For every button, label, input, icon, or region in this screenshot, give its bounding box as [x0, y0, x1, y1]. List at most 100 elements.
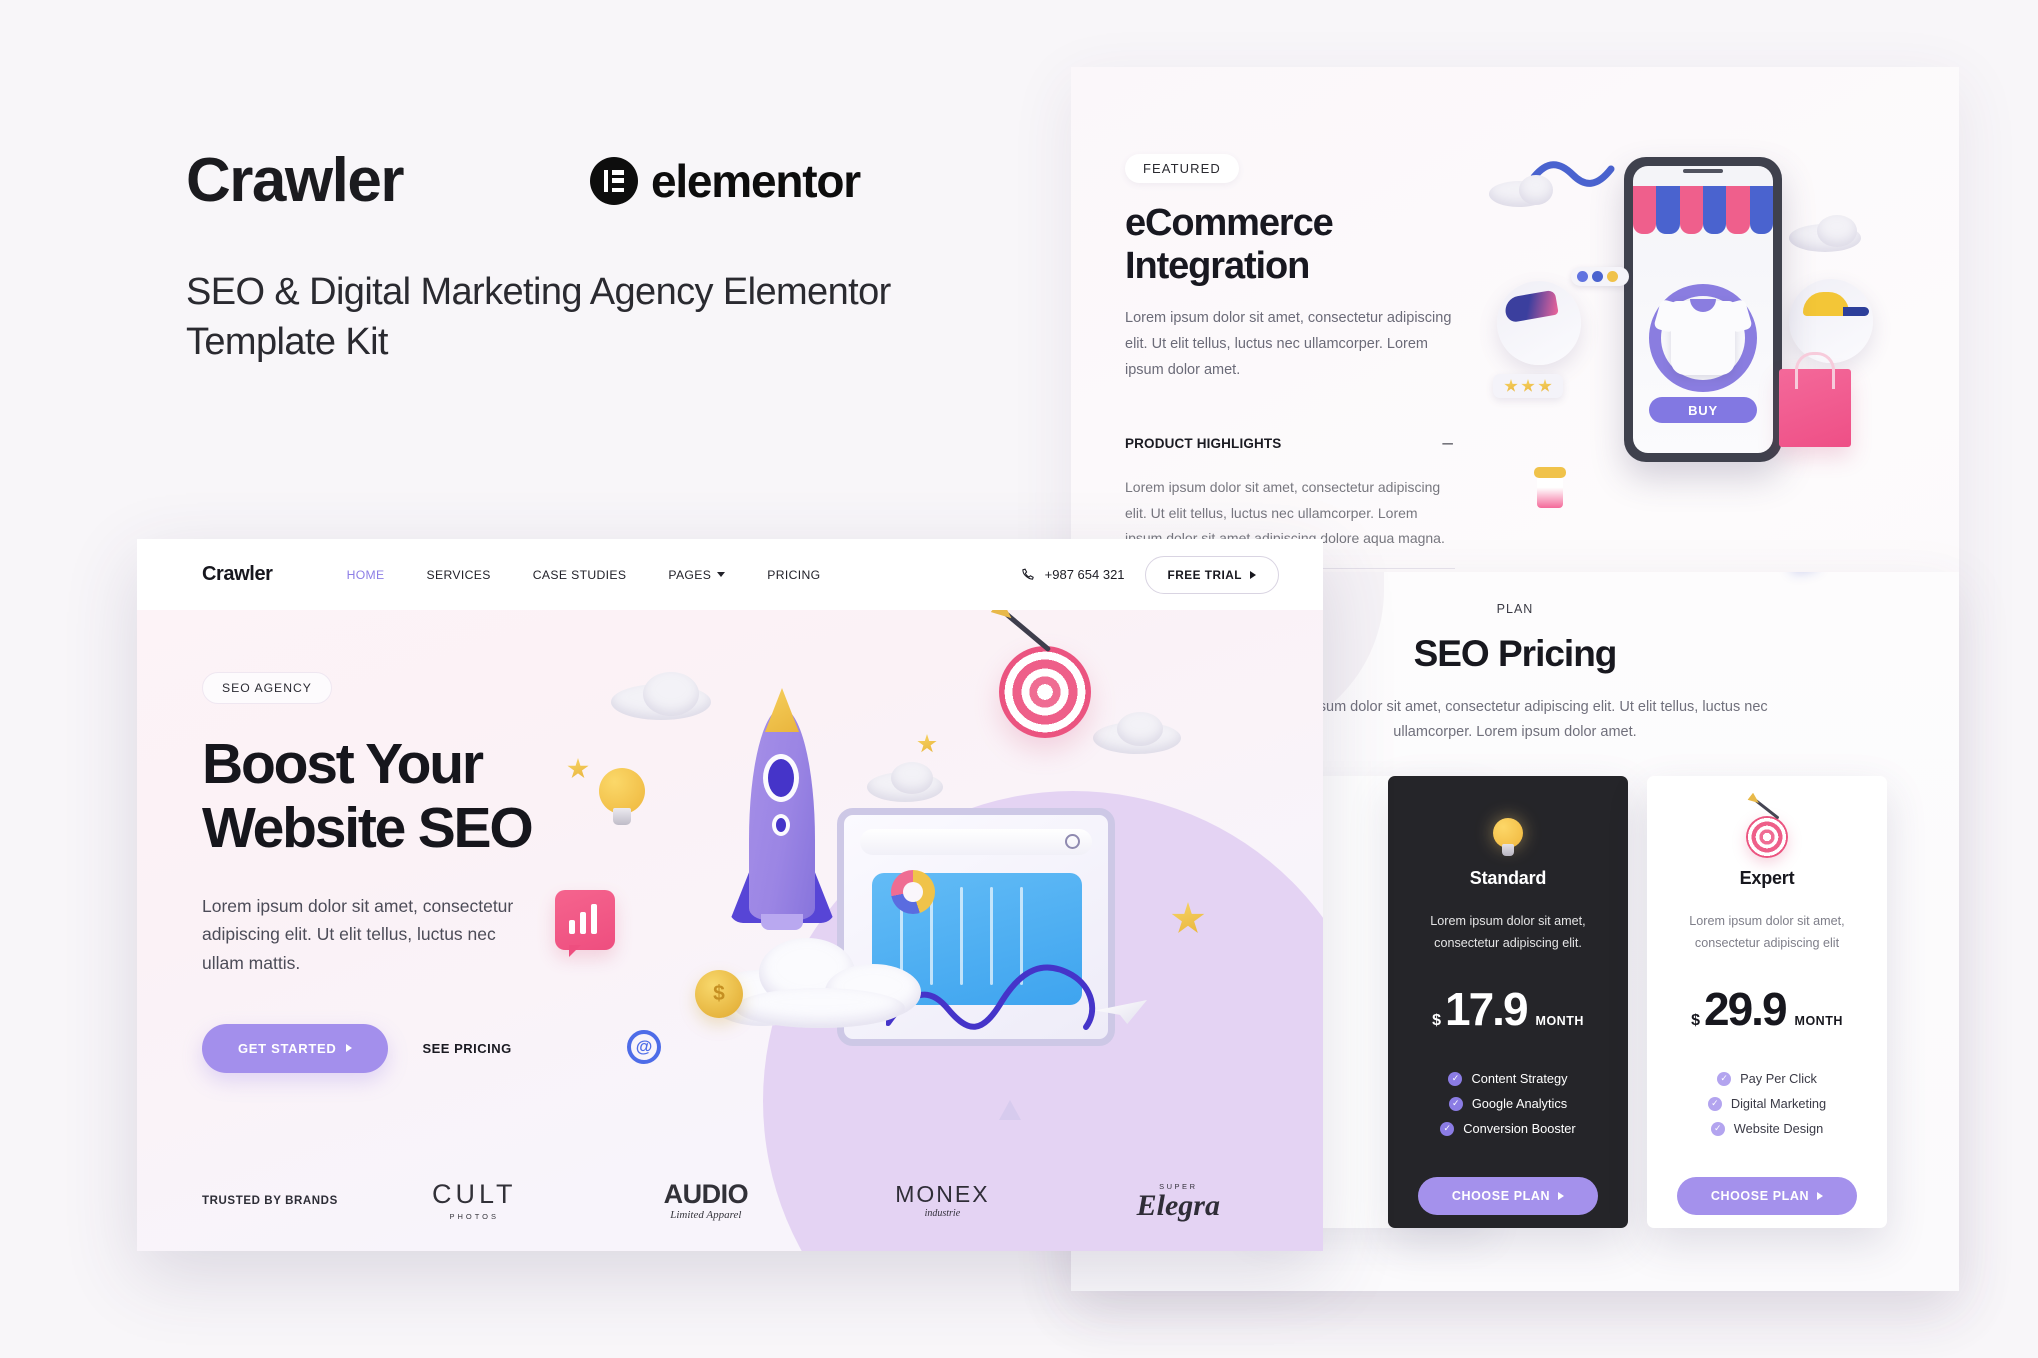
choose-plan-label: CHOOSE PLAN	[1710, 1189, 1810, 1204]
plan-name: Standard	[1469, 868, 1547, 888]
pricing-card-expert[interactable]: Expert Lorem ipsum dolor sit amet, conse…	[1647, 776, 1887, 1228]
free-trial-button[interactable]: FREE TRIAL	[1144, 555, 1279, 594]
plan-currency: $	[1432, 1012, 1442, 1030]
cloud-icon	[891, 762, 933, 794]
phone-screen: BUY	[1633, 166, 1773, 453]
brand-logo-elegra: SUPER Elegra	[1137, 1182, 1220, 1221]
promo-subtitle: SEO & Digital Marketing Agency Elementor…	[186, 271, 891, 364]
plan-feature-list: ✓ Content Strategy ✓ Google Analytics ✓ …	[1410, 1066, 1606, 1141]
check-icon: ✓	[1717, 1071, 1732, 1086]
phone-number[interactable]: +987 654 321	[1021, 567, 1125, 582]
get-started-button[interactable]: GET STARTED	[202, 1023, 389, 1073]
plan-period: MONTH	[1794, 1014, 1843, 1029]
buy-button[interactable]: BUY	[1649, 397, 1757, 423]
brand-logo-cult: CULT PHOTOS	[432, 1179, 517, 1222]
brand-logo-audio-sub: Limited Apparel	[670, 1209, 742, 1221]
brand-logo-monex-sub: industrie	[924, 1208, 961, 1219]
see-pricing-link[interactable]: SEE PRICING	[422, 1041, 511, 1056]
nav-item-case-studies[interactable]: CASE STUDIES	[512, 568, 648, 582]
plan-description: Lorem ipsum dolor sit amet, consectetur …	[1430, 914, 1586, 950]
nav-item-home[interactable]: HOME	[326, 568, 406, 582]
phone-number-label: +987 654 321	[1044, 567, 1125, 582]
rocket-icon	[729, 688, 835, 942]
promo-title-block: Crawler elementor SEO & Digital Marketin…	[186, 150, 986, 367]
arrow-right-icon	[1558, 1192, 1565, 1201]
plan-feature: ✓ Content Strategy	[1410, 1066, 1606, 1091]
arrow-right-icon	[1250, 570, 1256, 579]
rocket-exhaust-cloud	[707, 930, 957, 1030]
plan-price: $ 17.9 MONTH	[1410, 986, 1606, 1032]
hero-copy: SEO AGENCY Boost Your Website SEO Lorem …	[202, 672, 622, 1073]
plan-feature: ✓ Conversion Booster	[1410, 1116, 1606, 1141]
check-icon: ✓	[1710, 1121, 1725, 1136]
star-icon	[1171, 902, 1205, 933]
featured-badge: FEATURED	[1125, 154, 1239, 183]
brand-logo-cult-name: CULT	[432, 1179, 517, 1209]
choose-plan-label: CHOOSE PLAN	[1451, 1189, 1551, 1204]
plan-feature-label: Website Design	[1733, 1121, 1824, 1137]
nav-item-pages-label: PAGES	[668, 567, 712, 582]
tshirt-icon	[1671, 299, 1735, 375]
cloud-icon	[1519, 175, 1553, 205]
cloud-icon	[643, 672, 699, 716]
plan-feature-label: Content Strategy	[1471, 1071, 1568, 1087]
search-bar	[860, 829, 1092, 855]
choose-plan-button-expert[interactable]: CHOOSE PLAN	[1677, 1177, 1857, 1216]
brand-logo-audio: AUDIO Limited Apparel	[664, 1181, 749, 1222]
site-nav-right: +987 654 321 FREE TRIAL	[1021, 555, 1279, 594]
brand-logos: CULT PHOTOS AUDIO Limited Apparel MONEX …	[432, 1179, 1258, 1222]
phone-notch	[1683, 169, 1723, 173]
accordion-header[interactable]: PRODUCT HIGHLIGHTS –	[1125, 421, 1455, 465]
coffee-cup-icon	[1534, 467, 1566, 508]
plan-amount: 17.9	[1445, 983, 1529, 1036]
free-trial-label: FREE TRIAL	[1167, 567, 1242, 582]
plan-feature: ✓ Website Design	[1669, 1116, 1865, 1141]
arrow-right-icon	[346, 1044, 353, 1053]
dartboard-target-icon	[1669, 797, 1865, 868]
coin-icon: $	[695, 970, 743, 1018]
minus-icon[interactable]: –	[1442, 434, 1453, 453]
storefront-awning-icon	[1633, 186, 1773, 234]
donut-chart-icon	[891, 870, 935, 914]
brand-logo-cult-sub: PHOTOS	[449, 1212, 500, 1221]
check-icon: ✓	[1448, 1096, 1463, 1111]
plan-currency: $	[1691, 1012, 1701, 1030]
shopping-bag-icon	[1779, 369, 1851, 447]
check-icon: ✓	[1448, 1071, 1463, 1086]
elementor-wordmark: elementor	[650, 155, 861, 207]
check-icon: ✓	[1707, 1096, 1722, 1111]
plan-feature-label: Pay Per Click	[1740, 1071, 1817, 1087]
plan-feature-list: ✓ Pay Per Click ✓ Digital Marketing ✓ We…	[1669, 1066, 1865, 1141]
site-navbar: Crawler HOME SERVICES CASE STUDIES PAGES…	[137, 539, 1323, 610]
site-logo[interactable]: Crawler	[202, 563, 273, 586]
pricing-card-standard[interactable]: Standard Lorem ipsum dolor sit amet, con…	[1388, 776, 1628, 1228]
plan-feature: ✓ Google Analytics	[1410, 1091, 1606, 1116]
arrow-right-icon	[1817, 1192, 1824, 1201]
brand-logo-monex: MONEX industrie	[895, 1181, 990, 1220]
brand-logo-monex-name: MONEX	[895, 1181, 990, 1207]
plan-price: $ 29.9 MONTH	[1669, 986, 1865, 1032]
brand-logo-elegra-name: Elegra	[1136, 1188, 1220, 1222]
plan-feature: ✓ Pay Per Click	[1669, 1066, 1865, 1091]
site-nav-links: HOME SERVICES CASE STUDIES PAGES PRICING	[326, 568, 842, 582]
ecommerce-illustration: BUY	[1489, 119, 1939, 549]
ecommerce-heading: eCommerce Integration	[1125, 202, 1334, 287]
choose-plan-button-standard[interactable]: CHOOSE PLAN	[1418, 1177, 1598, 1216]
hero-heading: Boost Your Website SEO	[202, 732, 622, 861]
plan-amount: 29.9	[1704, 983, 1788, 1036]
nav-item-services[interactable]: SERVICES	[406, 568, 512, 582]
nav-item-pages[interactable]: PAGES	[647, 568, 746, 582]
plan-description: Lorem ipsum dolor sit amet, consectetur …	[1689, 914, 1845, 950]
plan-name: Expert	[1739, 868, 1795, 888]
chevron-down-icon	[717, 572, 726, 577]
hero-illustration: $ @	[547, 610, 1247, 1130]
cloud-icon	[1817, 215, 1857, 247]
site-preview-window: Crawler HOME SERVICES CASE STUDIES PAGES…	[137, 539, 1323, 1251]
plan-feature-label: Conversion Booster	[1463, 1121, 1576, 1137]
promo-brand-row: Crawler elementor	[186, 150, 986, 212]
nav-item-pricing[interactable]: PRICING	[746, 568, 841, 582]
plan-period: MONTH	[1535, 1014, 1584, 1029]
ecommerce-lead-text: Lorem ipsum dolor sit amet, consectetur …	[1125, 310, 1452, 378]
site-hero-section: SEO AGENCY Boost Your Website SEO Lorem …	[137, 610, 1323, 1251]
color-dots-icon	[1571, 267, 1629, 286]
